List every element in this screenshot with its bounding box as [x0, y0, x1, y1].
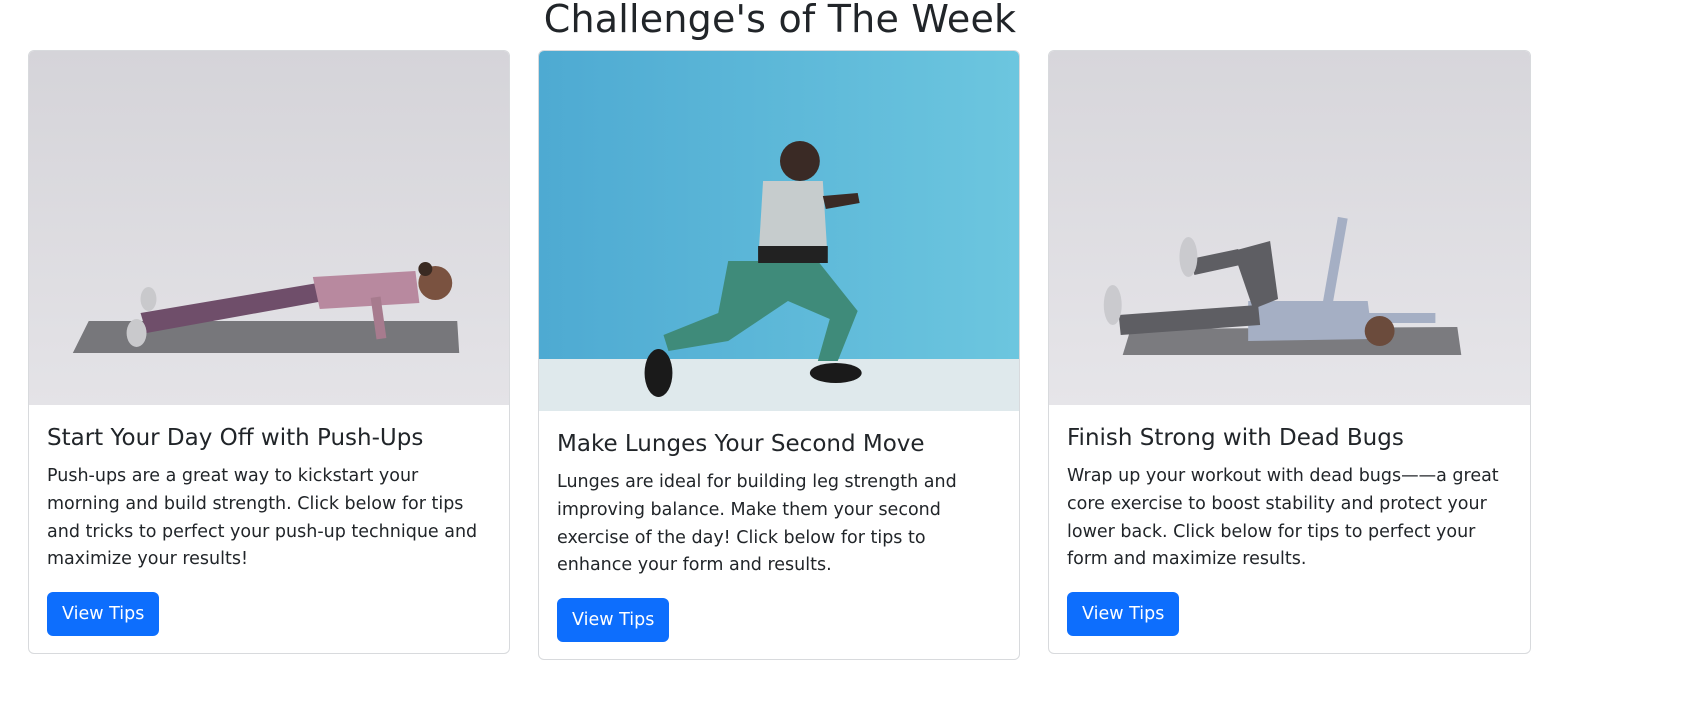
view-tips-button-dead-bugs[interactable]: View Tips: [1067, 592, 1180, 637]
view-tips-button-lunges[interactable]: View Tips: [557, 598, 670, 643]
card-description: Lunges are ideal for building leg streng…: [557, 472, 957, 576]
challenge-card-lunges: Make Lunges Your Second Move Lunges are …: [538, 50, 1020, 660]
page-title: Challenge's of The Week: [543, 0, 1017, 41]
card-description: Wrap up your workout with dead bugs——a g…: [1067, 466, 1499, 570]
dead-bug-image: [1049, 51, 1530, 405]
push-up-image: [29, 51, 509, 405]
card-title: Make Lunges Your Second Move: [557, 431, 925, 457]
card-description: Push-ups are a great way to kickstart yo…: [47, 466, 478, 570]
lunge-image: [539, 51, 1019, 411]
card-title: Start Your Day Off with Push-Ups: [47, 425, 424, 451]
challenge-card-push-ups: Start Your Day Off with Push-Ups Push-up…: [28, 50, 510, 654]
view-tips-button-push-ups[interactable]: View Tips: [47, 592, 160, 637]
card-title: Finish Strong with Dead Bugs: [1067, 425, 1404, 451]
challenge-card-dead-bugs: Finish Strong with Dead Bugs Wrap up you…: [1048, 50, 1531, 654]
